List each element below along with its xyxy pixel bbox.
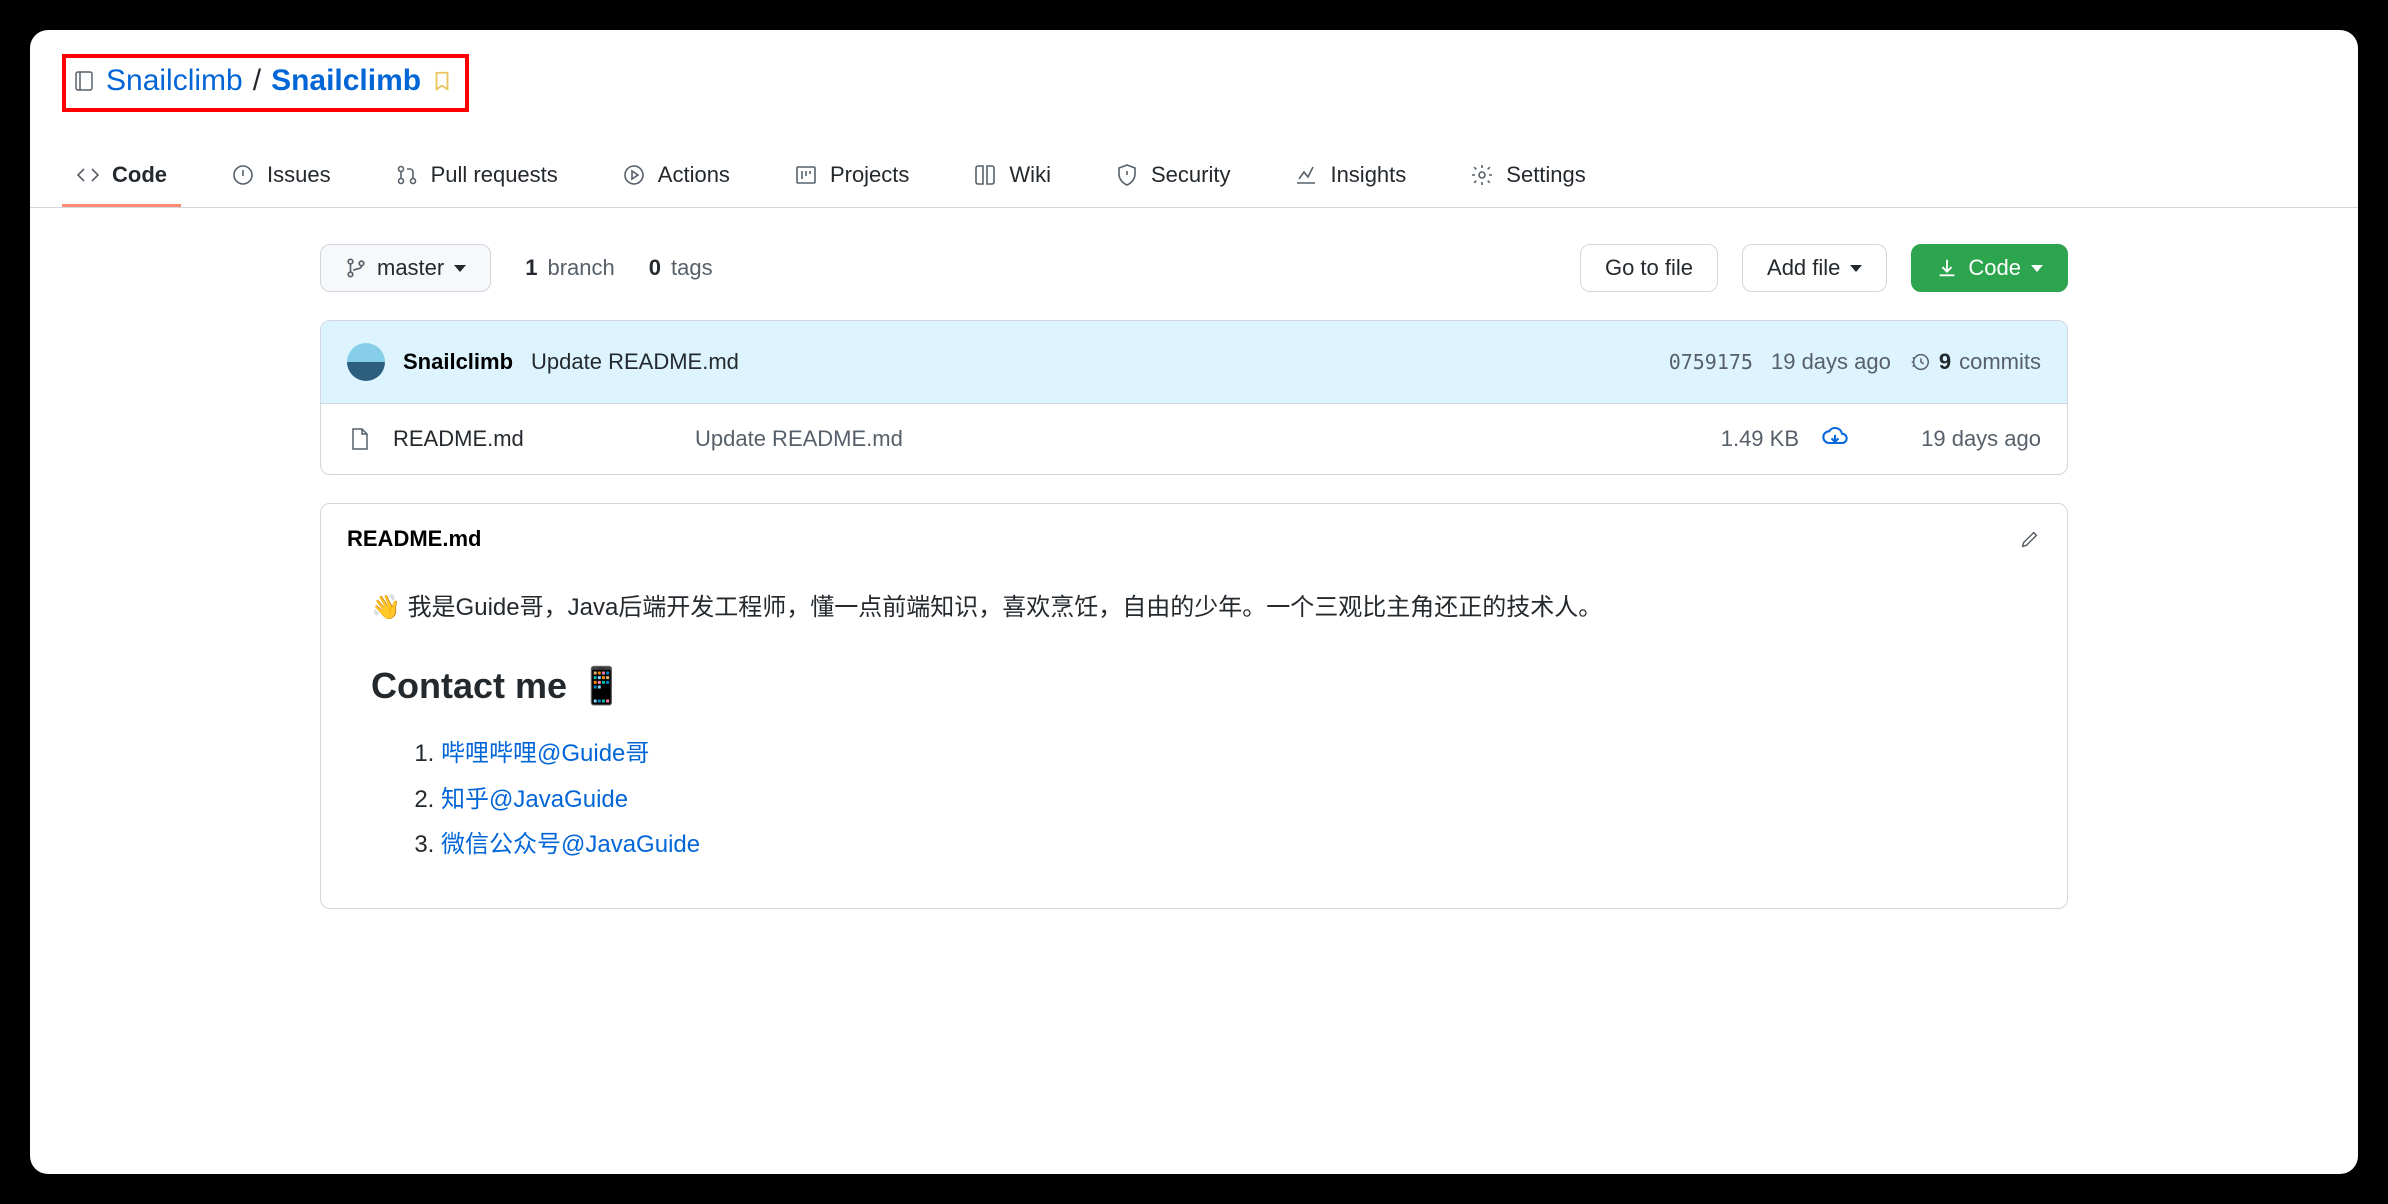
shield-icon [1115, 163, 1139, 187]
readme-content: 👋 我是Guide哥，Java后端开发工程师，懂一点前端知识，喜欢烹饪，自由的少… [321, 574, 2067, 908]
contact-link-zhihu[interactable]: 知乎@JavaGuide [441, 786, 628, 813]
branch-icon [345, 257, 367, 279]
intro-text: 我是Guide哥，Java后端开发工程师，懂一点前端知识，喜欢烹饪，自由的少年。… [408, 594, 1603, 621]
file-icon [347, 427, 371, 451]
repo-link[interactable]: Snailclimb [271, 64, 421, 98]
tab-projects[interactable]: Projects [780, 146, 923, 207]
caret-down-icon [454, 265, 466, 272]
projects-icon [794, 163, 818, 187]
tab-label: Insights [1330, 162, 1406, 188]
repo-tabs: Code Issues Pull requests Actions Projec… [30, 146, 2358, 208]
contact-link-bilibili[interactable]: 哔哩哔哩@Guide哥 [441, 740, 649, 767]
code-button[interactable]: Code [1911, 244, 2068, 292]
commit-sha[interactable]: 0759175 [1669, 350, 1753, 374]
tab-label: Actions [658, 162, 730, 188]
tab-label: Wiki [1009, 162, 1051, 188]
breadcrumb-separator: / [253, 64, 261, 98]
commit-ago: 19 days ago [1771, 349, 1891, 375]
file-size: 1.49 KB [1669, 426, 1799, 452]
commit-count-label: commits [1959, 349, 2041, 375]
breadcrumb: Snailclimb / Snailclimb [62, 54, 469, 112]
branch-count: 1 [525, 255, 537, 281]
tags-link[interactable]: 0 tags [639, 255, 713, 281]
book-icon [973, 163, 997, 187]
gear-icon [1470, 163, 1494, 187]
add-file-button[interactable]: Add file [1742, 244, 1887, 292]
tab-security[interactable]: Security [1101, 146, 1244, 207]
graph-icon [1294, 163, 1318, 187]
latest-commit[interactable]: Snailclimb Update README.md 0759175 19 d… [321, 321, 2067, 404]
commits-link[interactable]: 9 commits [1909, 349, 2041, 375]
tab-label: Security [1151, 162, 1230, 188]
goto-file-button[interactable]: Go to file [1580, 244, 1718, 292]
contact-heading: Contact me 📱 [371, 665, 2017, 707]
download-file-icon[interactable] [1821, 422, 1849, 456]
commit-author[interactable]: Snailclimb [403, 349, 513, 375]
file-name[interactable]: README.md [393, 426, 673, 452]
tab-label: Projects [830, 162, 909, 188]
branch-selector[interactable]: master [320, 244, 491, 292]
tab-actions[interactable]: Actions [608, 146, 744, 207]
tab-issues[interactable]: Issues [217, 146, 345, 207]
tab-code[interactable]: Code [62, 146, 181, 207]
caret-down-icon [2031, 265, 2043, 272]
tab-label: Issues [267, 162, 331, 188]
play-icon [622, 163, 646, 187]
file-commit-message[interactable]: Update README.md [695, 426, 1647, 452]
file-ago: 19 days ago [1871, 426, 2041, 452]
branch-count-label: branch [548, 255, 615, 281]
add-file-label: Add file [1767, 255, 1840, 281]
tab-settings[interactable]: Settings [1456, 146, 1600, 207]
branches-link[interactable]: 1 branch [515, 255, 615, 281]
caret-down-icon [1850, 265, 1862, 272]
bookmark-icon[interactable] [431, 69, 453, 93]
branch-name: master [377, 255, 444, 281]
pull-request-icon [395, 163, 419, 187]
pencil-icon[interactable] [2019, 528, 2041, 550]
tab-label: Settings [1506, 162, 1586, 188]
file-row[interactable]: README.md Update README.md 1.49 KB 19 da… [321, 404, 2067, 474]
tag-count: 0 [649, 255, 661, 281]
tab-label: Pull requests [431, 162, 558, 188]
avatar[interactable] [347, 343, 385, 381]
code-icon [76, 163, 100, 187]
tab-label: Code [112, 162, 167, 188]
readme-title[interactable]: README.md [347, 526, 481, 552]
phone-emoji: 📱 [579, 665, 624, 707]
code-button-label: Code [1968, 255, 2021, 281]
tab-wiki[interactable]: Wiki [959, 146, 1065, 207]
tab-pull-requests[interactable]: Pull requests [381, 146, 572, 207]
repo-icon [72, 69, 96, 93]
download-icon [1936, 257, 1958, 279]
commit-count: 9 [1939, 349, 1951, 375]
issues-icon [231, 163, 255, 187]
commit-message[interactable]: Update README.md [531, 349, 739, 375]
wave-emoji: 👋 [371, 594, 401, 621]
owner-link[interactable]: Snailclimb [106, 64, 243, 98]
history-icon [1909, 351, 1931, 373]
tag-count-label: tags [671, 255, 713, 281]
tab-insights[interactable]: Insights [1280, 146, 1420, 207]
contact-link-wechat[interactable]: 微信公众号@JavaGuide [441, 831, 700, 858]
